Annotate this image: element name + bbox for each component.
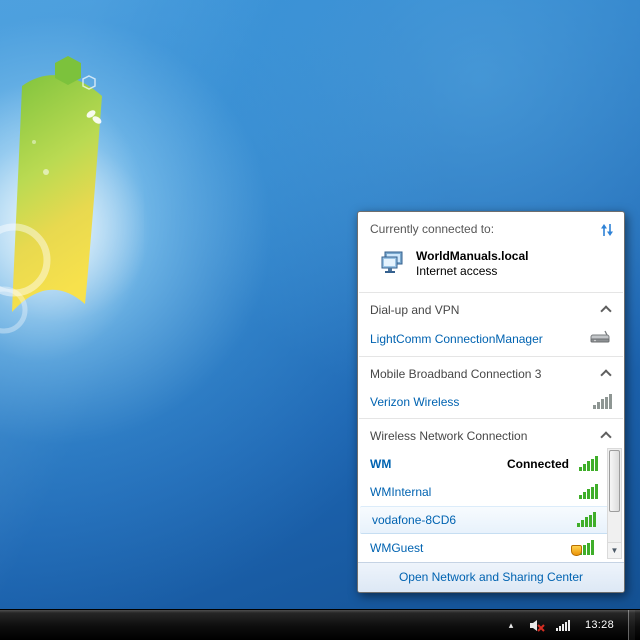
wifi-name: vodafone-8CD6 [372,513,456,527]
wifi-signal-icon [579,484,598,499]
refresh-icon[interactable] [600,223,614,240]
connection-name: WorldManuals.local [416,249,528,264]
wifi-signal-icon [577,512,596,527]
chevron-up-icon [600,432,611,443]
chevron-up-icon [600,306,611,317]
section-dialup-label: Dial-up and VPN [370,303,459,317]
wifi-item-vodafone[interactable]: vodafone-8CD6 [360,506,622,534]
flyout-footer: Open Network and Sharing Center [358,562,624,592]
network-item-label: Verizon Wireless [370,395,459,409]
wifi-signal-icon [579,456,598,471]
section-mobile-broadband[interactable]: Mobile Broadband Connection 3 [358,359,624,388]
wifi-item-wm[interactable]: WM Connected [358,450,624,478]
network-signal-icon[interactable] [555,616,571,634]
divider [359,292,623,293]
section-dialup-vpn[interactable]: Dial-up and VPN [358,295,624,324]
wifi-signal-icon [579,540,598,555]
connection-access: Internet access [416,264,528,279]
system-tray: ▴ 13:28 [503,610,640,640]
scroll-down-button[interactable]: ▼ [608,542,621,558]
volume-muted-icon[interactable] [529,616,545,634]
section-mobile-label: Mobile Broadband Connection 3 [370,367,541,381]
scrollbar[interactable]: ▼ [607,448,622,559]
divider [359,356,623,357]
modem-icon [588,329,612,348]
show-hidden-icons-button[interactable]: ▴ [503,616,519,634]
wifi-name: WMInternal [370,485,431,499]
desktop-wallpaper: Currently connected to: [0,0,640,640]
chevron-up-icon: ▴ [509,621,514,630]
scrollbar-thumb[interactable] [609,450,620,512]
divider [359,418,623,419]
network-item-label: LightComm ConnectionManager [370,332,543,346]
connection-info: WorldManuals.local Internet access [416,249,528,279]
section-wireless[interactable]: Wireless Network Connection [358,421,624,450]
show-desktop-button[interactable] [628,610,635,640]
network-item-verizon[interactable]: Verizon Wireless [358,388,624,416]
signal-bars-icon [593,394,612,409]
taskbar[interactable]: ▴ 13:28 [0,609,640,640]
network-item-lightcomm[interactable]: LightComm ConnectionManager [358,324,624,354]
network-flyout: Currently connected to: [357,211,625,593]
wifi-status: Connected [507,457,569,471]
chevron-up-icon [600,370,611,381]
wifi-item-wminternal[interactable]: WMInternal [358,478,624,506]
section-wireless-label: Wireless Network Connection [370,429,527,443]
currently-connected-label: Currently connected to: [370,222,494,236]
wifi-name: WMGuest [370,541,423,555]
flyout-header: Currently connected to: [358,212,624,290]
current-connection[interactable]: WorldManuals.local Internet access [370,240,614,286]
wifi-name: WM [370,457,391,471]
wifi-item-wmguest[interactable]: WMGuest [358,534,624,562]
open-network-sharing-center-link[interactable]: Open Network and Sharing Center [399,570,583,584]
network-computer-icon [380,251,406,278]
windows-logo [0,52,144,372]
security-warning-shield-icon [571,545,582,556]
taskbar-clock[interactable]: 13:28 [581,619,618,631]
